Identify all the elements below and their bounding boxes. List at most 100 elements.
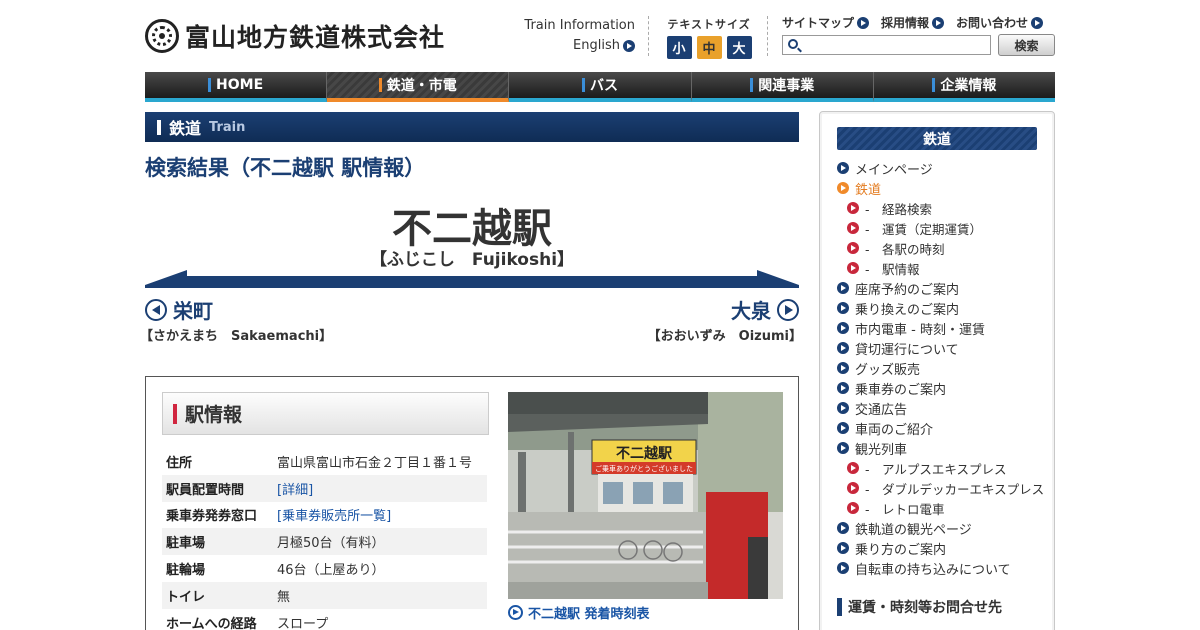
english-link[interactable]: English	[573, 36, 635, 56]
sidebar-item-label: 交通広告	[855, 402, 908, 418]
section-header: 鉄道 Train	[145, 112, 799, 142]
arrow-right-icon	[837, 542, 849, 554]
table-row: 駅員配置時間 [詳細]	[162, 474, 487, 502]
section-bar-marker	[157, 119, 161, 135]
sidebar-title: 鉄道	[837, 127, 1037, 150]
text-size-large-button[interactable]: 大	[726, 36, 752, 59]
nav-label: 企業情報	[940, 78, 997, 94]
sidebar-item[interactable]: グッズ販売	[837, 358, 1044, 378]
timetable-link-label: 不二越駅 発着時刻表	[528, 607, 650, 622]
sitemap-link[interactable]: サイトマップ	[782, 14, 870, 31]
sidebar-item[interactable]: 市内電車 - 時刻・運賃	[837, 318, 1044, 338]
sidebar-item[interactable]: 交通広告	[837, 398, 1044, 418]
text-size-small-button[interactable]: 小	[666, 36, 692, 59]
sidebar-item[interactable]: 鉄軌道の観光ページ	[837, 518, 1044, 538]
info-value: スロープ	[277, 616, 329, 630]
arrow-right-icon	[1031, 16, 1044, 29]
staff-hours-detail-link[interactable]: [詳細]	[273, 474, 487, 502]
arrow-right-icon	[837, 382, 849, 394]
search-button[interactable]: 検索	[998, 34, 1055, 56]
table-row: 駐輪場 46台（上屋あり）	[162, 555, 487, 582]
photo-sign-subtext: ご乗車ありがとうございました	[595, 464, 693, 473]
contact-label: お問い合わせ	[956, 16, 1029, 30]
arrow-right-icon	[837, 162, 849, 174]
sidebar-item[interactable]: 貸切運行について	[837, 338, 1044, 358]
section-title: 鉄道	[169, 119, 202, 138]
global-nav: HOME 鉄道・市電 バス 関連事業 企業情報	[145, 72, 1056, 102]
route-line-graphic	[145, 270, 799, 288]
search-icon	[788, 39, 798, 49]
nav-bus[interactable]: バス	[509, 72, 692, 102]
info-value: 46台（上屋あり）	[277, 563, 385, 579]
sidebar-item-label: 観光列車	[855, 442, 908, 458]
sidebar-item[interactable]: - 経路検索	[837, 198, 1044, 218]
nav-bar-marker	[582, 78, 585, 92]
sidebar-item-label: - 駅情報	[865, 261, 920, 277]
text-size-medium-button[interactable]: 中	[696, 36, 722, 59]
nav-corporate-info[interactable]: 企業情報	[873, 72, 1056, 102]
nav-home[interactable]: HOME	[145, 72, 328, 102]
table-row: 住所 富山県富山市石金２丁目１番１号	[162, 448, 487, 475]
sidebar-item[interactable]: メインページ	[837, 158, 1044, 178]
timetable-link[interactable]: 不二越駅 発着時刻表	[508, 603, 650, 622]
company-name: 富山地方鉄道株式会社	[185, 23, 446, 52]
info-key: 駐輪場	[166, 563, 206, 579]
company-logo[interactable]: 富山地方鉄道株式会社	[145, 18, 445, 54]
arrow-right-icon	[837, 562, 849, 574]
sidebar-item[interactable]: - 運賃（定期運賃）	[837, 218, 1044, 238]
sidebar-item[interactable]: - ダブルデッカーエキスプレス	[837, 478, 1044, 498]
sidebar-item[interactable]: 座席予約のご案内	[837, 278, 1044, 298]
page-title: 検索結果（不二越駅 駅情報）	[145, 156, 426, 180]
station-info-panel: 駅情報 住所 富山県富山市石金２丁目１番１号 駅員配置時間 [詳細] 乗車券発券窓口…	[145, 376, 799, 630]
nav-label: HOME	[216, 77, 264, 93]
header-divider	[767, 16, 768, 56]
sidebar-item-label: - 経路検索	[865, 201, 933, 217]
arrow-left-icon	[145, 298, 167, 321]
station-photo: 不二越駅 ご乗車ありがとうございました	[508, 392, 783, 599]
sidebar-item[interactable]: 自転車の持ち込みについて	[837, 558, 1044, 578]
sidebar-item[interactable]: 鉄道	[837, 178, 1044, 198]
arrow-right-icon	[847, 462, 859, 474]
section-subtitle: Train	[209, 119, 246, 135]
previous-station-link[interactable]: 栄町	[145, 295, 213, 324]
sitemap-label: サイトマップ	[782, 16, 855, 30]
contact-link[interactable]: お問い合わせ	[956, 14, 1044, 31]
info-value: 月極50台（有料）	[273, 528, 487, 556]
sidebar-item[interactable]: 車両のご紹介	[837, 418, 1044, 438]
nav-related-business[interactable]: 関連事業	[691, 72, 874, 102]
sidebar-item-label: 鉄軌道の観光ページ	[855, 522, 972, 538]
nav-label: 関連事業	[758, 78, 815, 94]
text-size-label: テキストサイズ	[667, 18, 751, 31]
english-label: English	[573, 38, 620, 53]
sidebar-menu: メインページ鉄道 - 経路検索 - 運賃（定期運賃） - 各駅の時刻 - 駅情報 座席予約…	[837, 158, 1044, 578]
sidebar-item-label: 鉄道	[855, 182, 882, 198]
next-station-link[interactable]: 大泉	[731, 295, 799, 324]
train-information-link[interactable]: Train Information	[520, 16, 635, 36]
sidebar-item[interactable]: - アルプスエキスプレス	[837, 458, 1044, 478]
info-value: 無	[273, 581, 487, 609]
table-row: ホームへの経路 スロープ	[162, 609, 487, 630]
station-info-heading: 駅情報	[162, 392, 489, 435]
sidebar-item[interactable]: 乗り方のご案内	[837, 538, 1044, 558]
sidebar-item[interactable]: - 各駅の時刻	[837, 238, 1044, 258]
sidebar-item[interactable]: - 駅情報	[837, 258, 1044, 278]
sidebar-item[interactable]: 乗車券のご案内	[837, 378, 1044, 398]
sidebar-item-label: - レトロ電車	[865, 501, 945, 517]
utility-links: サイトマップ 採用情報 お問い合わせ	[782, 14, 1044, 31]
sidebar-item-label: - ダブルデッカーエキスプレス	[865, 481, 1045, 497]
sidebar-item[interactable]: - レトロ電車	[837, 498, 1044, 518]
ticket-office-list-link[interactable]: [乗車券販売所一覧]	[273, 502, 487, 529]
sidebar-item[interactable]: 観光列車	[837, 438, 1044, 458]
arrow-right-icon	[847, 242, 859, 254]
recruit-link[interactable]: 採用情報	[881, 14, 945, 31]
nav-bar-marker	[208, 78, 212, 92]
arrow-right-icon	[837, 342, 849, 354]
search-input[interactable]	[782, 35, 991, 55]
nav-train-tram[interactable]: 鉄道・市電	[327, 72, 510, 102]
language-links: Train Information English	[520, 16, 635, 56]
sidebar-item-label: - 各駅の時刻	[865, 241, 945, 257]
company-emblem-icon	[145, 19, 179, 53]
nav-bar-marker	[750, 78, 754, 92]
arrow-right-icon	[837, 362, 849, 374]
sidebar-item[interactable]: 乗り換えのご案内	[837, 298, 1044, 318]
